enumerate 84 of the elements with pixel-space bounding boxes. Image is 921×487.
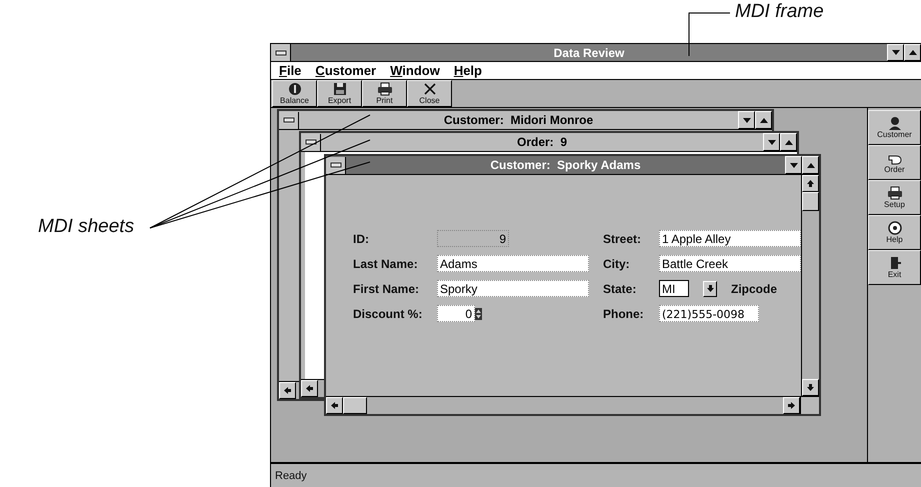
maximize-button[interactable] (755, 111, 772, 129)
arrow-up-icon (807, 180, 814, 187)
input-field[interactable]: 0 (437, 305, 475, 322)
dropdown-field[interactable]: MI (659, 280, 689, 297)
maximize-button[interactable] (802, 156, 819, 174)
spinner-icon (475, 308, 482, 320)
system-menu-icon (282, 117, 294, 123)
coin-icon (288, 82, 302, 96)
system-menu-button[interactable] (326, 156, 346, 174)
system-menu-icon (330, 162, 342, 168)
printer-icon (376, 82, 392, 96)
annotation-label: MDI sheets (38, 216, 134, 238)
field-label: City: (603, 256, 631, 270)
field-label: ID: (353, 232, 370, 246)
annotation-label: MDI frame (735, 1, 824, 23)
system-menu-icon (274, 50, 286, 56)
scroll-right-button[interactable] (783, 397, 800, 414)
scroll-left-button[interactable] (279, 382, 296, 399)
arrow-left-icon (306, 385, 313, 392)
arrow-down-icon (807, 384, 814, 391)
system-menu-icon (304, 139, 316, 145)
sheet-title: Customer: Sporky Adams (489, 158, 642, 172)
toolbar-button[interactable]: Help (868, 215, 921, 250)
system-menu-button[interactable] (301, 134, 321, 150)
toolbar-button[interactable]: Close (407, 80, 452, 107)
menu-item[interactable]: Help (454, 63, 482, 78)
scroll-left-button[interactable] (301, 380, 318, 397)
arrow-left-icon (331, 402, 338, 409)
field-label: First Name: (353, 282, 420, 296)
minimize-button[interactable] (887, 44, 904, 61)
arrow-right-icon (788, 402, 795, 409)
input-field[interactable]: Adams (437, 255, 589, 272)
input-field[interactable]: Sporky (437, 280, 589, 297)
scroll-thumb[interactable] (343, 397, 367, 414)
field-label: Street: (603, 232, 642, 246)
triangle-down-icon (742, 118, 750, 122)
id-field: 9 (437, 230, 509, 247)
sheet-title: Order: 9 (516, 135, 568, 149)
triangle-down-icon (892, 50, 900, 55)
toolbar-button[interactable]: Export (317, 80, 362, 107)
scroll-down-button[interactable] (802, 379, 819, 396)
person-icon (886, 116, 902, 130)
status-text: Ready (275, 470, 307, 482)
toolbar-button[interactable]: Customer (868, 110, 921, 145)
field-label: Zipcode (731, 282, 778, 296)
field-label: Last Name: (353, 256, 419, 270)
triangle-up-icon (806, 162, 814, 168)
dropdown-button[interactable] (703, 280, 717, 296)
minimize-button[interactable] (785, 156, 802, 174)
toolbar-button[interactable]: Exit (868, 250, 921, 285)
scroll-up-button[interactable] (802, 175, 819, 192)
toolbar-button[interactable]: Setup (868, 180, 921, 215)
arrow-down-icon (706, 285, 714, 292)
field-label: State: (603, 282, 638, 296)
triangle-up-icon (760, 118, 768, 122)
maximize-button[interactable] (904, 44, 921, 61)
input-field[interactable]: (221)555-0098 (659, 305, 759, 322)
close-icon (422, 82, 436, 96)
help-icon (888, 220, 902, 234)
scroll-left-button[interactable] (326, 397, 343, 414)
field-label: Phone: (603, 306, 645, 320)
printer-icon (886, 186, 902, 200)
system-menu-button[interactable] (271, 44, 291, 61)
triangle-up-icon (908, 50, 916, 55)
triangle-down-icon (790, 162, 798, 168)
scroll-thumb[interactable] (802, 192, 819, 211)
system-menu-button[interactable] (279, 112, 299, 128)
input-field[interactable]: 1 Apple Alley (659, 230, 801, 247)
input-field[interactable]: Battle Creek (659, 255, 801, 272)
menu-item[interactable]: File (279, 63, 302, 78)
arrow-left-icon (284, 387, 291, 394)
menu-item[interactable]: Customer (315, 63, 376, 78)
minimize-button[interactable] (763, 133, 780, 151)
field-label: Discount %: (353, 306, 424, 320)
toolbar-button[interactable]: Order (868, 145, 921, 180)
menu-item[interactable]: Window (390, 63, 440, 78)
toolbar-button[interactable]: Balance (272, 80, 317, 107)
window-title: Data Review (552, 46, 626, 60)
toolbar-button[interactable]: Print (362, 80, 407, 107)
triangle-up-icon (784, 140, 792, 144)
minimize-button[interactable] (738, 111, 755, 129)
sheet-title: Customer: Midori Monroe (442, 113, 594, 127)
maximize-button[interactable] (780, 133, 797, 151)
triangle-down-icon (768, 140, 776, 144)
